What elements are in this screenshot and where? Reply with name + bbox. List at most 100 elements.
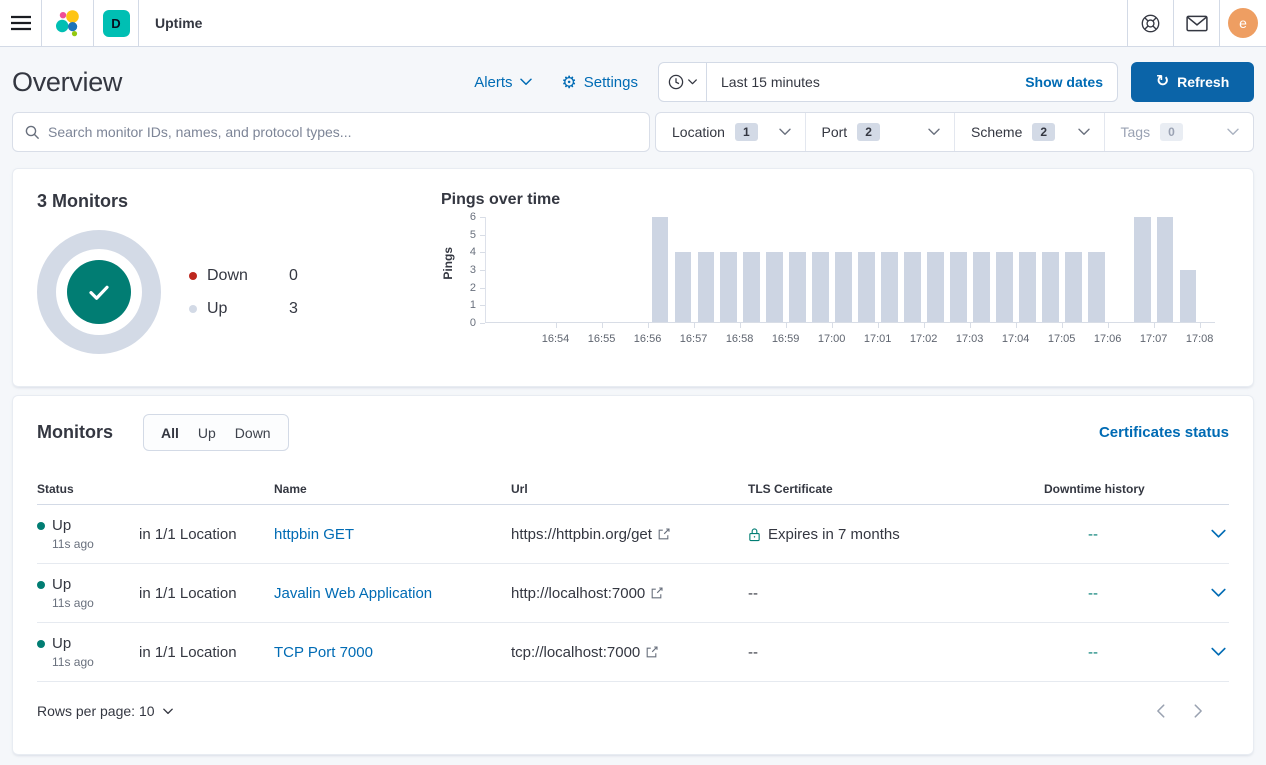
expand-row-button[interactable] <box>1211 588 1230 598</box>
monitor-location: in 1/1 Location <box>139 526 274 543</box>
pings-bar <box>973 252 990 322</box>
alerts-dropdown-button[interactable]: Alerts <box>474 74 531 91</box>
external-link-icon[interactable] <box>646 646 658 658</box>
monitor-row: Up 11s ago in 1/1 Location Javalin Web A… <box>37 564 1229 623</box>
clock-icon <box>668 74 684 90</box>
monitor-url: https://httpbin.org/get <box>511 526 748 543</box>
column-header-name: Name <box>274 482 511 496</box>
certificates-status-link[interactable]: Certificates status <box>1099 424 1229 441</box>
filter-location[interactable]: Location1 <box>656 113 806 151</box>
search-filter-row: Location1Port2Scheme2Tags0 <box>12 112 1254 152</box>
monitor-downtime: -- <box>1044 644 1211 661</box>
status-text: Up <box>52 517 71 534</box>
url-text: https://httpbin.org/get <box>511 526 652 543</box>
help-button[interactable] <box>1127 0 1173 46</box>
refresh-button[interactable]: ↻ Refresh <box>1131 62 1254 102</box>
menu-button[interactable] <box>0 0 41 46</box>
search-input[interactable] <box>48 124 637 140</box>
monitor-tls-cell: Expires in 7 months <box>748 526 1044 543</box>
y-tick-mark <box>480 305 485 306</box>
filter-count-badge: 0 <box>1160 123 1183 141</box>
pings-chart-section: Pings over time Pings 0123456 16:5416:55… <box>441 191 1229 370</box>
donut-legend: Down0Up3 <box>189 267 298 318</box>
show-dates-button[interactable]: Show dates <box>1025 74 1117 90</box>
next-page-button[interactable] <box>1194 704 1203 718</box>
chevron-down-icon <box>1078 128 1090 136</box>
filter-label: Location <box>672 124 725 140</box>
pings-chart-plot: 0123456 <box>485 217 1215 323</box>
url-text: tcp://localhost:7000 <box>511 644 640 661</box>
monitor-row: Up 11s ago in 1/1 Location TCP Port 7000… <box>37 623 1229 682</box>
previous-page-button[interactable] <box>1156 704 1165 718</box>
x-tick-label: 16:56 <box>634 333 662 345</box>
monitor-name-link[interactable]: TCP Port 7000 <box>274 644 511 661</box>
status-text: Up <box>52 635 71 652</box>
monitor-url: tcp://localhost:7000 <box>511 644 748 661</box>
pings-bar <box>766 252 783 322</box>
pings-bar <box>698 252 715 322</box>
column-header-downtime: Downtime history <box>1044 482 1211 496</box>
filter-group: Location1Port2Scheme2Tags0 <box>655 112 1254 152</box>
pings-bar <box>1019 252 1036 322</box>
x-tick-label: 17:02 <box>910 333 938 345</box>
monitors-table-header: Status Name Url TLS Certificate Downtime… <box>37 473 1229 505</box>
snapshot-title: 3 Monitors <box>37 191 441 212</box>
monitor-tls-cell: -- <box>748 585 1044 602</box>
tab-down[interactable]: Down <box>235 425 271 441</box>
monitor-downtime: -- <box>1044 585 1211 602</box>
deployment-badge[interactable]: D <box>93 0 139 46</box>
tab-all[interactable]: All <box>161 425 179 441</box>
x-tick-label: 16:58 <box>726 333 754 345</box>
filter-tags[interactable]: Tags0 <box>1105 113 1254 151</box>
chevron-down-icon <box>1211 529 1226 539</box>
legend-value: 0 <box>289 267 298 285</box>
expand-row-button[interactable] <box>1211 647 1230 657</box>
time-range-value[interactable]: Last 15 minutes <box>707 74 1025 90</box>
y-tick-mark <box>480 288 485 289</box>
y-tick-label: 3 <box>470 264 476 276</box>
external-link-icon[interactable] <box>651 587 663 599</box>
legend-dot <box>189 305 197 313</box>
monitors-table-footer: Rows per page: 10 <box>37 703 1229 719</box>
chevron-right-icon <box>1194 704 1203 718</box>
filter-port[interactable]: Port2 <box>806 113 956 151</box>
rows-per-page-button[interactable]: Rows per page: 10 <box>37 703 173 719</box>
pings-bar <box>950 252 967 322</box>
alerts-label: Alerts <box>474 74 512 91</box>
search-box <box>12 112 650 152</box>
user-menu-button[interactable]: e <box>1219 0 1266 46</box>
pings-bar <box>812 252 829 322</box>
monitor-name-link[interactable]: Javalin Web Application <box>274 585 511 602</box>
monitor-status-cell: Up 11s ago <box>37 517 139 551</box>
elastic-logo[interactable] <box>41 0 93 46</box>
newsfeed-button[interactable] <box>1173 0 1219 46</box>
page-toolbar: Overview Alerts ⚙ Settings Last 15 minut… <box>12 60 1254 104</box>
monitor-name-link[interactable]: httpbin GET <box>274 526 511 543</box>
breadcrumb-app-title[interactable]: Uptime <box>139 0 218 46</box>
elastic-logo-icon <box>54 9 82 37</box>
status-text: Up <box>52 576 71 593</box>
tab-up[interactable]: Up <box>198 425 216 441</box>
monitor-row: Up 11s ago in 1/1 Location httpbin GET h… <box>37 505 1229 564</box>
status-dot <box>37 522 45 530</box>
y-tick-mark <box>480 270 485 271</box>
settings-button[interactable]: ⚙ Settings <box>562 74 638 91</box>
pings-bar <box>1088 252 1105 322</box>
pings-bar <box>1134 217 1151 322</box>
pings-bar <box>858 252 875 322</box>
monitor-url: http://localhost:7000 <box>511 585 748 602</box>
legend-row-down: Down0 <box>189 267 298 285</box>
filter-scheme[interactable]: Scheme2 <box>955 113 1105 151</box>
quick-select-menu-button[interactable] <box>659 63 707 101</box>
rows-per-page-label: Rows per page: 10 <box>37 703 155 719</box>
chevron-down-icon <box>779 128 791 136</box>
chevron-down-icon <box>1211 647 1226 657</box>
y-tick-label: 0 <box>470 317 476 329</box>
monitors-table-body: Up 11s ago in 1/1 Location httpbin GET h… <box>37 505 1229 682</box>
chevron-down-icon <box>520 78 532 86</box>
filter-count-badge: 2 <box>857 123 880 141</box>
expand-row-button[interactable] <box>1211 529 1230 539</box>
column-header-url: Url <box>511 482 748 496</box>
external-link-icon[interactable] <box>658 528 670 540</box>
x-tick-label: 17:07 <box>1140 333 1168 345</box>
